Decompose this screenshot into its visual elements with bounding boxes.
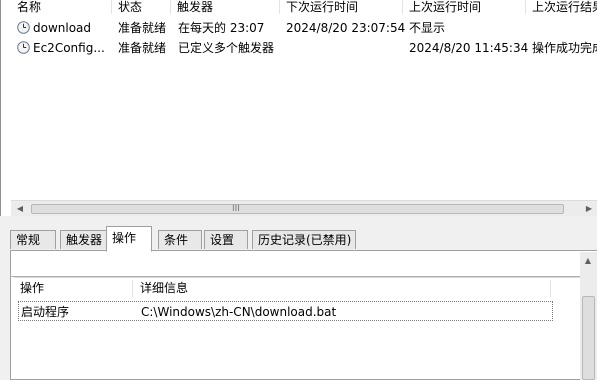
clock-icon (17, 21, 30, 34)
task-last-run: 2024/8/20 11:45:34 (409, 41, 529, 55)
tab-settings[interactable]: 设置 (204, 230, 248, 249)
scroll-thumb[interactable]: III (31, 204, 564, 214)
task-trigger: 已定义多个触发器 (178, 41, 275, 55)
scroll-thumb[interactable] (582, 296, 595, 380)
scroll-grip: III (232, 204, 240, 214)
column-header-status[interactable]: 状态 (112, 0, 170, 14)
task-name: Ec2Config... (33, 41, 105, 55)
task-list-horizontal-scrollbar[interactable]: ◀ III ▶ (11, 200, 597, 217)
clock-icon (17, 41, 30, 54)
column-header-details[interactable]: 详细信息 (134, 278, 188, 299)
scroll-left-icon[interactable]: ◀ (14, 203, 26, 215)
task-trigger: 在每天的 23:07 (178, 21, 265, 35)
tab-history[interactable]: 历史记录(已禁用) (252, 230, 356, 249)
tab-triggers[interactable]: 触发器 (60, 230, 108, 249)
task-status: 准备就绪 (118, 41, 167, 55)
column-header-name[interactable]: 名称 (11, 0, 111, 14)
tab-actions[interactable]: 操作 (106, 226, 152, 252)
scroll-right-icon[interactable]: ▶ (583, 203, 595, 215)
detail-vertical-scrollbar[interactable]: ▲ (580, 252, 597, 380)
action-row[interactable]: 启动程序 C:\Windows\zh-CN\download.bat (18, 301, 553, 321)
column-header-trigger[interactable]: 触发器 (171, 0, 279, 14)
task-status: 准备就绪 (118, 21, 167, 35)
actions-list-header: 操作 详细信息 (14, 277, 580, 299)
tab-general[interactable]: 常规 (10, 230, 56, 249)
column-header-action[interactable]: 操作 (14, 278, 44, 299)
action-details: C:\Windows\zh-CN\download.bat (141, 305, 337, 319)
scroll-up-icon[interactable]: ▲ (582, 256, 594, 266)
task-last-run: 不显示 (409, 21, 446, 35)
task-list-header: 名称 状态 触发器 下次运行时间 上次运行时间 上次运行结果 (11, 0, 597, 14)
task-name: download (33, 21, 92, 35)
task-last-result: 操作成功完成 (532, 41, 597, 55)
column-header-last-result[interactable]: 上次运行结果 (526, 0, 597, 14)
task-list: 名称 状态 触发器 下次运行时间 上次运行时间 上次运行结果 download … (0, 0, 597, 217)
task-row[interactable]: Ec2Config... 准备就绪 已定义多个触发器 2024/8/20 11:… (11, 38, 597, 58)
column-header-last-run[interactable]: 上次运行时间 (403, 0, 525, 14)
column-header-next-run[interactable]: 下次运行时间 (280, 0, 402, 14)
task-row[interactable]: download 准备就绪 在每天的 23:07 2024/8/20 23:07… (11, 18, 597, 38)
task-next-run: 2024/8/20 23:07:54 (286, 21, 406, 35)
pane-splitter[interactable] (0, 216, 597, 228)
tab-conditions[interactable]: 条件 (158, 230, 202, 249)
action-type: 启动程序 (21, 305, 70, 319)
